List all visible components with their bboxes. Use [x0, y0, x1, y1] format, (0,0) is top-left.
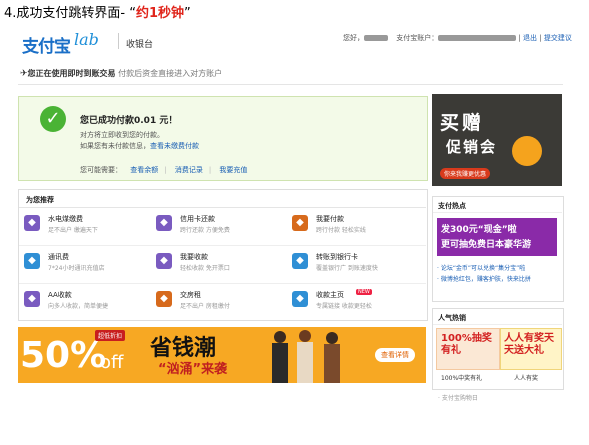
logout-link[interactable]: 退出 [523, 34, 537, 42]
service-desc: 轻松收款 免开票口 [180, 265, 230, 272]
rent-icon: ◆ [156, 291, 172, 307]
divider [18, 84, 563, 85]
service-item[interactable]: ◆ 我要收款轻松收款 免开票口 [156, 251, 276, 279]
check-icon: ✓ [40, 106, 66, 132]
service-name: 转账到银行卡 [316, 253, 358, 261]
maybe-need: 您可能需要： 查看余额 | 消费记录 | 我要充值 [80, 166, 248, 174]
service-name: 收款主页 [316, 291, 344, 299]
hot-ad-line1: 发300元“现金”啦 [441, 225, 517, 235]
hot-ad-line2: 更可抽免费日本豪华游 [441, 240, 532, 250]
aa-icon: ◆ [24, 291, 40, 307]
transfer-notice: ✈您正在使用即时到账交易 付款后资金直接进入对方账户 [20, 68, 222, 79]
service-desc: 专属链接 收款更轻松 [316, 303, 372, 310]
service-item[interactable]: ◆ 我要付款跨行付款 轻松实线 [292, 213, 412, 241]
redacted-account [438, 35, 517, 41]
popular-b-text: 人人有奖天天送大礼 [504, 333, 554, 356]
popular-divider [433, 324, 562, 325]
success-line2: 如果您有未付款信息，查看未缴费付款 [80, 141, 199, 151]
cashier-title: 收银台 [126, 40, 154, 50]
caption-suffix: ” [184, 6, 191, 21]
cartoon-icon [512, 136, 542, 166]
service-desc: 足不出户 缴遍天下 [48, 227, 98, 234]
view-details-button[interactable]: 查看详情 [375, 348, 415, 362]
banner-off: off [100, 352, 124, 373]
service-desc: 跨行付款 轻松实线 [316, 227, 366, 234]
water-icon: ◆ [24, 215, 40, 231]
logo-lab: lab [74, 30, 99, 49]
service-desc: 向多人收款，简单便捷 [48, 303, 109, 310]
popular-a-caption[interactable]: 100%中奖有礼 [441, 373, 482, 382]
pay-icon: ◆ [292, 215, 308, 231]
service-desc: 覆盖银行广 到账速度快 [316, 265, 378, 272]
service-item[interactable]: ◆ 收款主页专属链接 收款更轻松 NEW [292, 289, 412, 317]
banner-percent: 50% [20, 335, 107, 376]
records-link[interactable]: 消费记录 [175, 166, 203, 174]
popular-footer[interactable]: · 支付宝购物日 [438, 393, 478, 402]
hot-link-2[interactable]: · 微博抢红包，赚客护肤，快来比拼 [437, 274, 531, 283]
service-name: AA收款 [48, 291, 72, 299]
homepage-icon: ◆ [292, 291, 308, 307]
popular-title: 人气热销 [438, 314, 466, 322]
account-label: 支付宝账户： [396, 34, 439, 42]
hot-divider [433, 212, 562, 213]
service-name: 我要收款 [180, 253, 208, 261]
unpaid-link[interactable]: 查看未缴费付款 [150, 142, 199, 150]
new-badge: NEW [356, 289, 372, 295]
service-name: 信用卡还款 [180, 215, 215, 223]
hot-title: 支付热点 [438, 202, 466, 210]
service-name: 水电煤缴费 [48, 215, 83, 223]
ad-subtitle: 促销会 [446, 138, 498, 156]
hot-link-1[interactable]: · 论坛“金币”可以兑换“集分宝”啦 [437, 263, 525, 272]
recommend-title: 为您推荐 [26, 196, 54, 204]
service-name: 交房租 [180, 291, 201, 299]
notice-icon: ✈ [20, 69, 28, 79]
greeting: 您好， [343, 34, 364, 42]
payment-amount: 您已成功付款0.01 元！ [80, 116, 178, 126]
receive-icon: ◆ [156, 253, 172, 269]
banner-subtitle: “汹涌”来袭 [158, 362, 228, 377]
service-item[interactable]: ◆ 信用卡还款跨行还款 方便免费 [156, 213, 276, 241]
line2-prefix: 如果您有未付款信息， [80, 142, 150, 150]
models-image [272, 330, 340, 383]
caption-highlight: 约1秒钟 [135, 6, 185, 21]
alipay-logo[interactable]: 支付宝 [22, 32, 71, 57]
caption-text: 4.成功支付跳转界面- “约1秒钟” [4, 2, 191, 21]
popular-a-text: 100%抽奖有礼 [441, 333, 492, 356]
success-line1: 对方将立即收到您的付款。 [80, 131, 164, 139]
service-name: 通讯费 [48, 253, 69, 261]
account-bar: 您好， 支付宝账户： | 退出 | 提交建议 [343, 34, 572, 42]
view-balance-link[interactable]: 查看余额 [130, 166, 158, 174]
service-item[interactable]: ◆ AA收款向多人收款，简单便捷 [24, 289, 144, 317]
service-desc: 足不出户 房租缴付 [180, 303, 230, 310]
notice-text: 付款后资金直接进入对方账户 [118, 69, 223, 78]
maybe-label: 您可能需要： [80, 166, 122, 174]
ad-button[interactable]: 你来我赚更优惠 [440, 168, 491, 179]
service-name: 我要付款 [316, 215, 344, 223]
recommend-divider [19, 207, 426, 208]
recharge-link[interactable]: 我要充值 [219, 166, 247, 174]
service-item[interactable]: ◆ 转账到银行卡覆盖银行广 到账速度快 [292, 251, 412, 279]
bank-icon: ◆ [292, 253, 308, 269]
service-desc: 7*24小时通讯充值店 [48, 265, 105, 272]
notice-title: 您正在使用即时到账交易 [27, 69, 116, 78]
service-item[interactable]: ◆ 水电煤缴费足不出户 缴遍天下 [24, 213, 144, 241]
banner-flag: 超低折扣 [95, 330, 126, 341]
caption-prefix: 4.成功支付跳转界面- “ [4, 6, 136, 21]
phone-icon: ◆ [24, 253, 40, 269]
row-divider [19, 283, 426, 284]
ad-title: 买赠 [440, 112, 485, 134]
card-icon: ◆ [156, 215, 172, 231]
logo-divider [118, 33, 119, 49]
row-divider [19, 245, 426, 246]
redacted-name [364, 35, 388, 41]
service-item[interactable]: ◆ 通讯费 7*24小时通讯充值店 [24, 251, 144, 279]
feedback-link[interactable]: 提交建议 [544, 34, 572, 42]
service-item[interactable]: ◆ 交房租足不出户 房租缴付 [156, 289, 276, 317]
popular-b-caption[interactable]: 人人有奖 [514, 373, 538, 382]
service-desc: 跨行还款 方便免费 [180, 227, 230, 234]
